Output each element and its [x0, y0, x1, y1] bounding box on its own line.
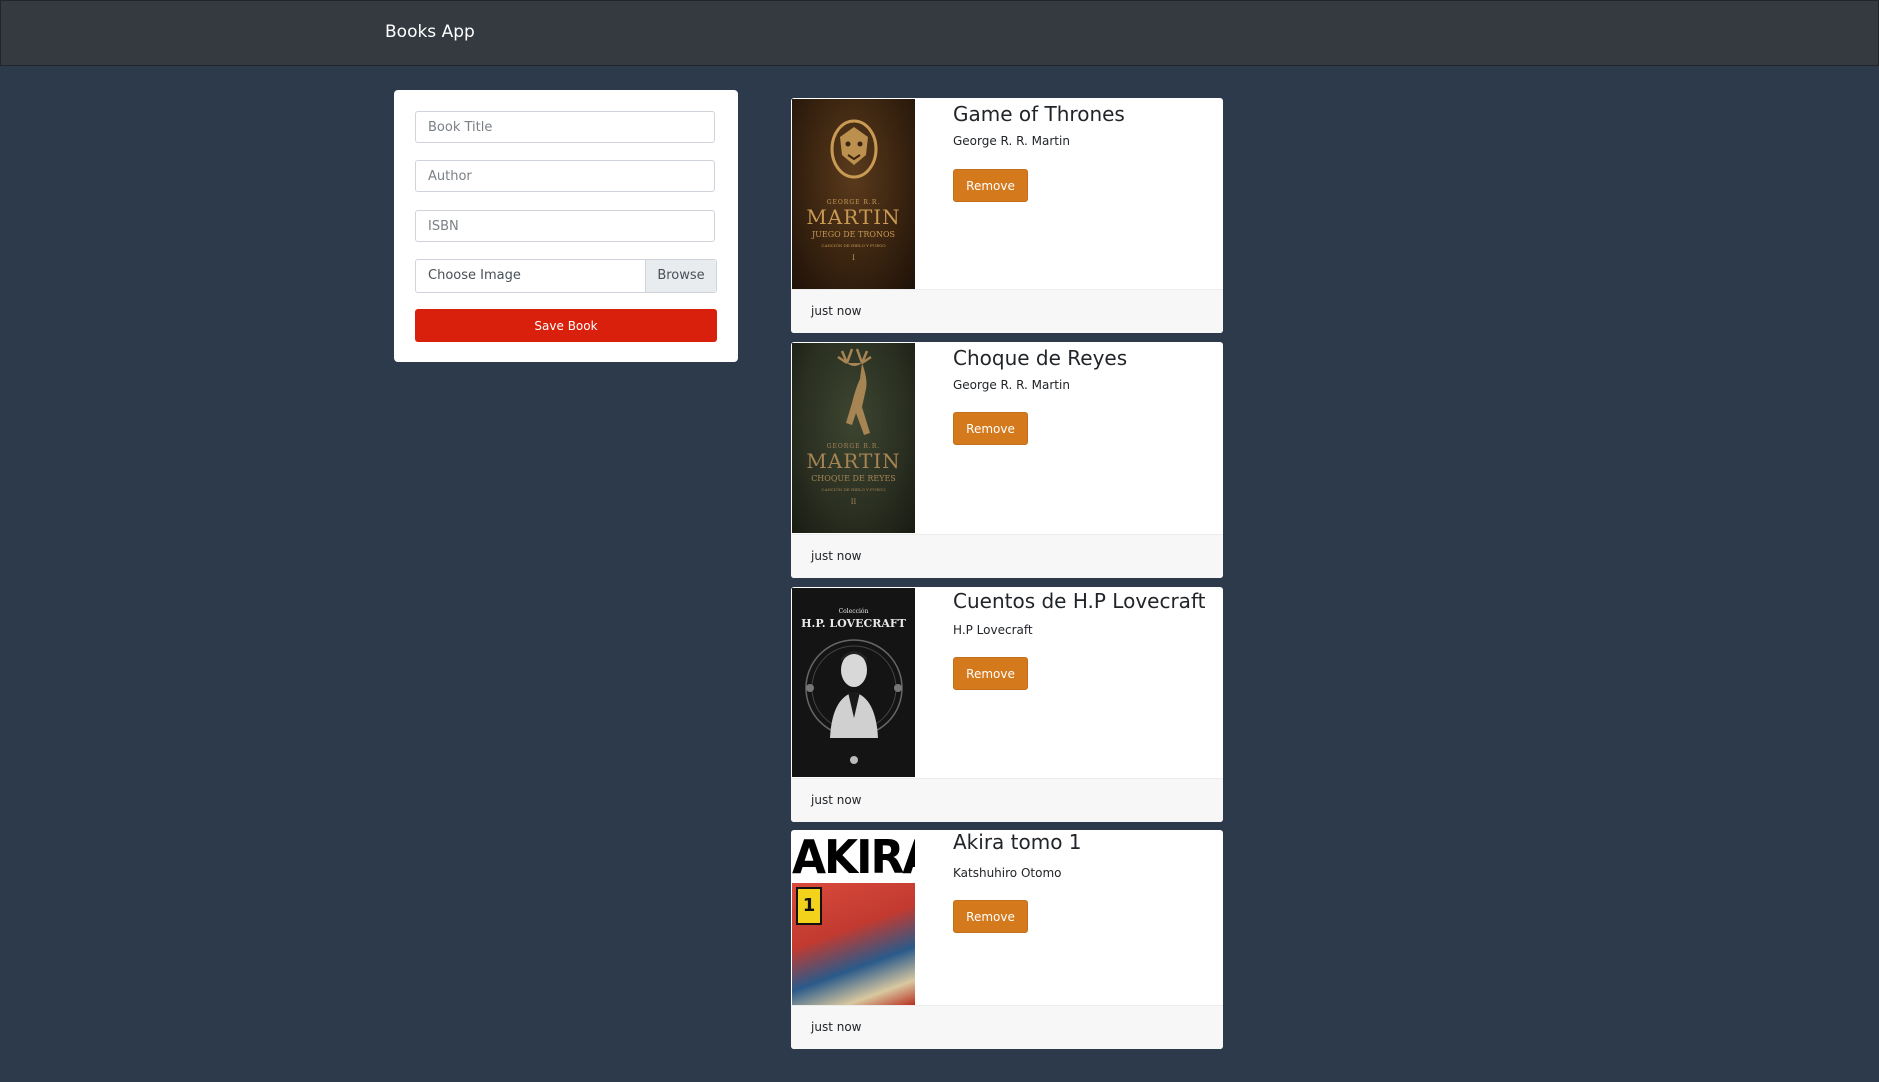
added-time: just now [811, 1020, 862, 1034]
cover-subtitle: CHOQUE DE REYES [811, 474, 896, 483]
remove-button[interactable]: Remove [953, 900, 1028, 933]
remove-button[interactable]: Remove [953, 657, 1028, 690]
book-card: AKIRA 1 Akira tomo 1 Katshuhiro Otomo Re… [791, 830, 1223, 1049]
add-book-form: Choose Image Browse Save Book [394, 90, 738, 362]
browse-button[interactable]: Browse [645, 260, 716, 292]
book-title: Akira tomo 1 [953, 830, 1082, 854]
added-time: just now [811, 793, 862, 807]
navbar: Books App [0, 0, 1879, 66]
book-card: GEORGE R.R. MARTIN CHOQUE DE REYES CANCI… [791, 342, 1223, 578]
added-time: just now [811, 304, 862, 318]
book-cover-image: AKIRA 1 [792, 831, 915, 1005]
cover-name-text: MARTIN [806, 205, 901, 229]
cover-series: CANCIÓN DE HIELO Y FUEGO [821, 243, 886, 248]
author-input[interactable] [415, 160, 715, 192]
book-card: GEORGE R.R. MARTIN JUEGO DE TRONOS CANCI… [791, 98, 1223, 333]
book-cover-image: Colección H.P. LOVECRAFT [792, 588, 915, 777]
cover-name-text: H.P. LOVECRAFT [801, 617, 906, 630]
navbar-brand[interactable]: Books App [385, 22, 475, 42]
book-title: Choque de Reyes [953, 346, 1128, 370]
book-author: H.P Lovecraft [953, 623, 1033, 637]
cover-name-text: AKIRA [792, 831, 915, 885]
cover-volume: 1 [796, 887, 822, 925]
added-time: just now [811, 549, 862, 563]
card-footer: just now [791, 289, 1223, 333]
book-author: George R. R. Martin [953, 378, 1070, 392]
cover-top-text: Colección [838, 608, 869, 615]
book-title: Game of Thrones [953, 102, 1125, 126]
book-card: Colección H.P. LOVECRAFT Cuentos de H.P … [791, 587, 1223, 822]
image-file-label: Choose Image [428, 268, 521, 283]
book-cover-image: GEORGE R.R. MARTIN CHOQUE DE REYES CANCI… [792, 343, 915, 533]
card-footer: just now [791, 534, 1223, 578]
card-footer: just now [791, 778, 1223, 822]
isbn-input[interactable] [415, 210, 715, 242]
cover-name-text: MARTIN [806, 449, 901, 473]
card-footer: just now [791, 1005, 1223, 1049]
image-file-input[interactable]: Choose Image Browse [415, 259, 717, 293]
cover-volume: I [852, 254, 855, 262]
book-title: Cuentos de H.P Lovecraft [953, 589, 1206, 613]
cover-series: CANCIÓN DE HIELO Y FUEGO [821, 487, 886, 492]
remove-button[interactable]: Remove [953, 412, 1028, 445]
cover-subtitle: JUEGO DE TRONOS [811, 230, 896, 239]
save-book-button[interactable]: Save Book [415, 309, 717, 342]
book-title-input[interactable] [415, 111, 715, 143]
book-author: Katshuhiro Otomo [953, 866, 1062, 880]
cover-volume: II [850, 498, 857, 506]
book-author: George R. R. Martin [953, 134, 1070, 148]
remove-button[interactable]: Remove [953, 169, 1028, 202]
book-cover-image: GEORGE R.R. MARTIN JUEGO DE TRONOS CANCI… [792, 99, 915, 289]
